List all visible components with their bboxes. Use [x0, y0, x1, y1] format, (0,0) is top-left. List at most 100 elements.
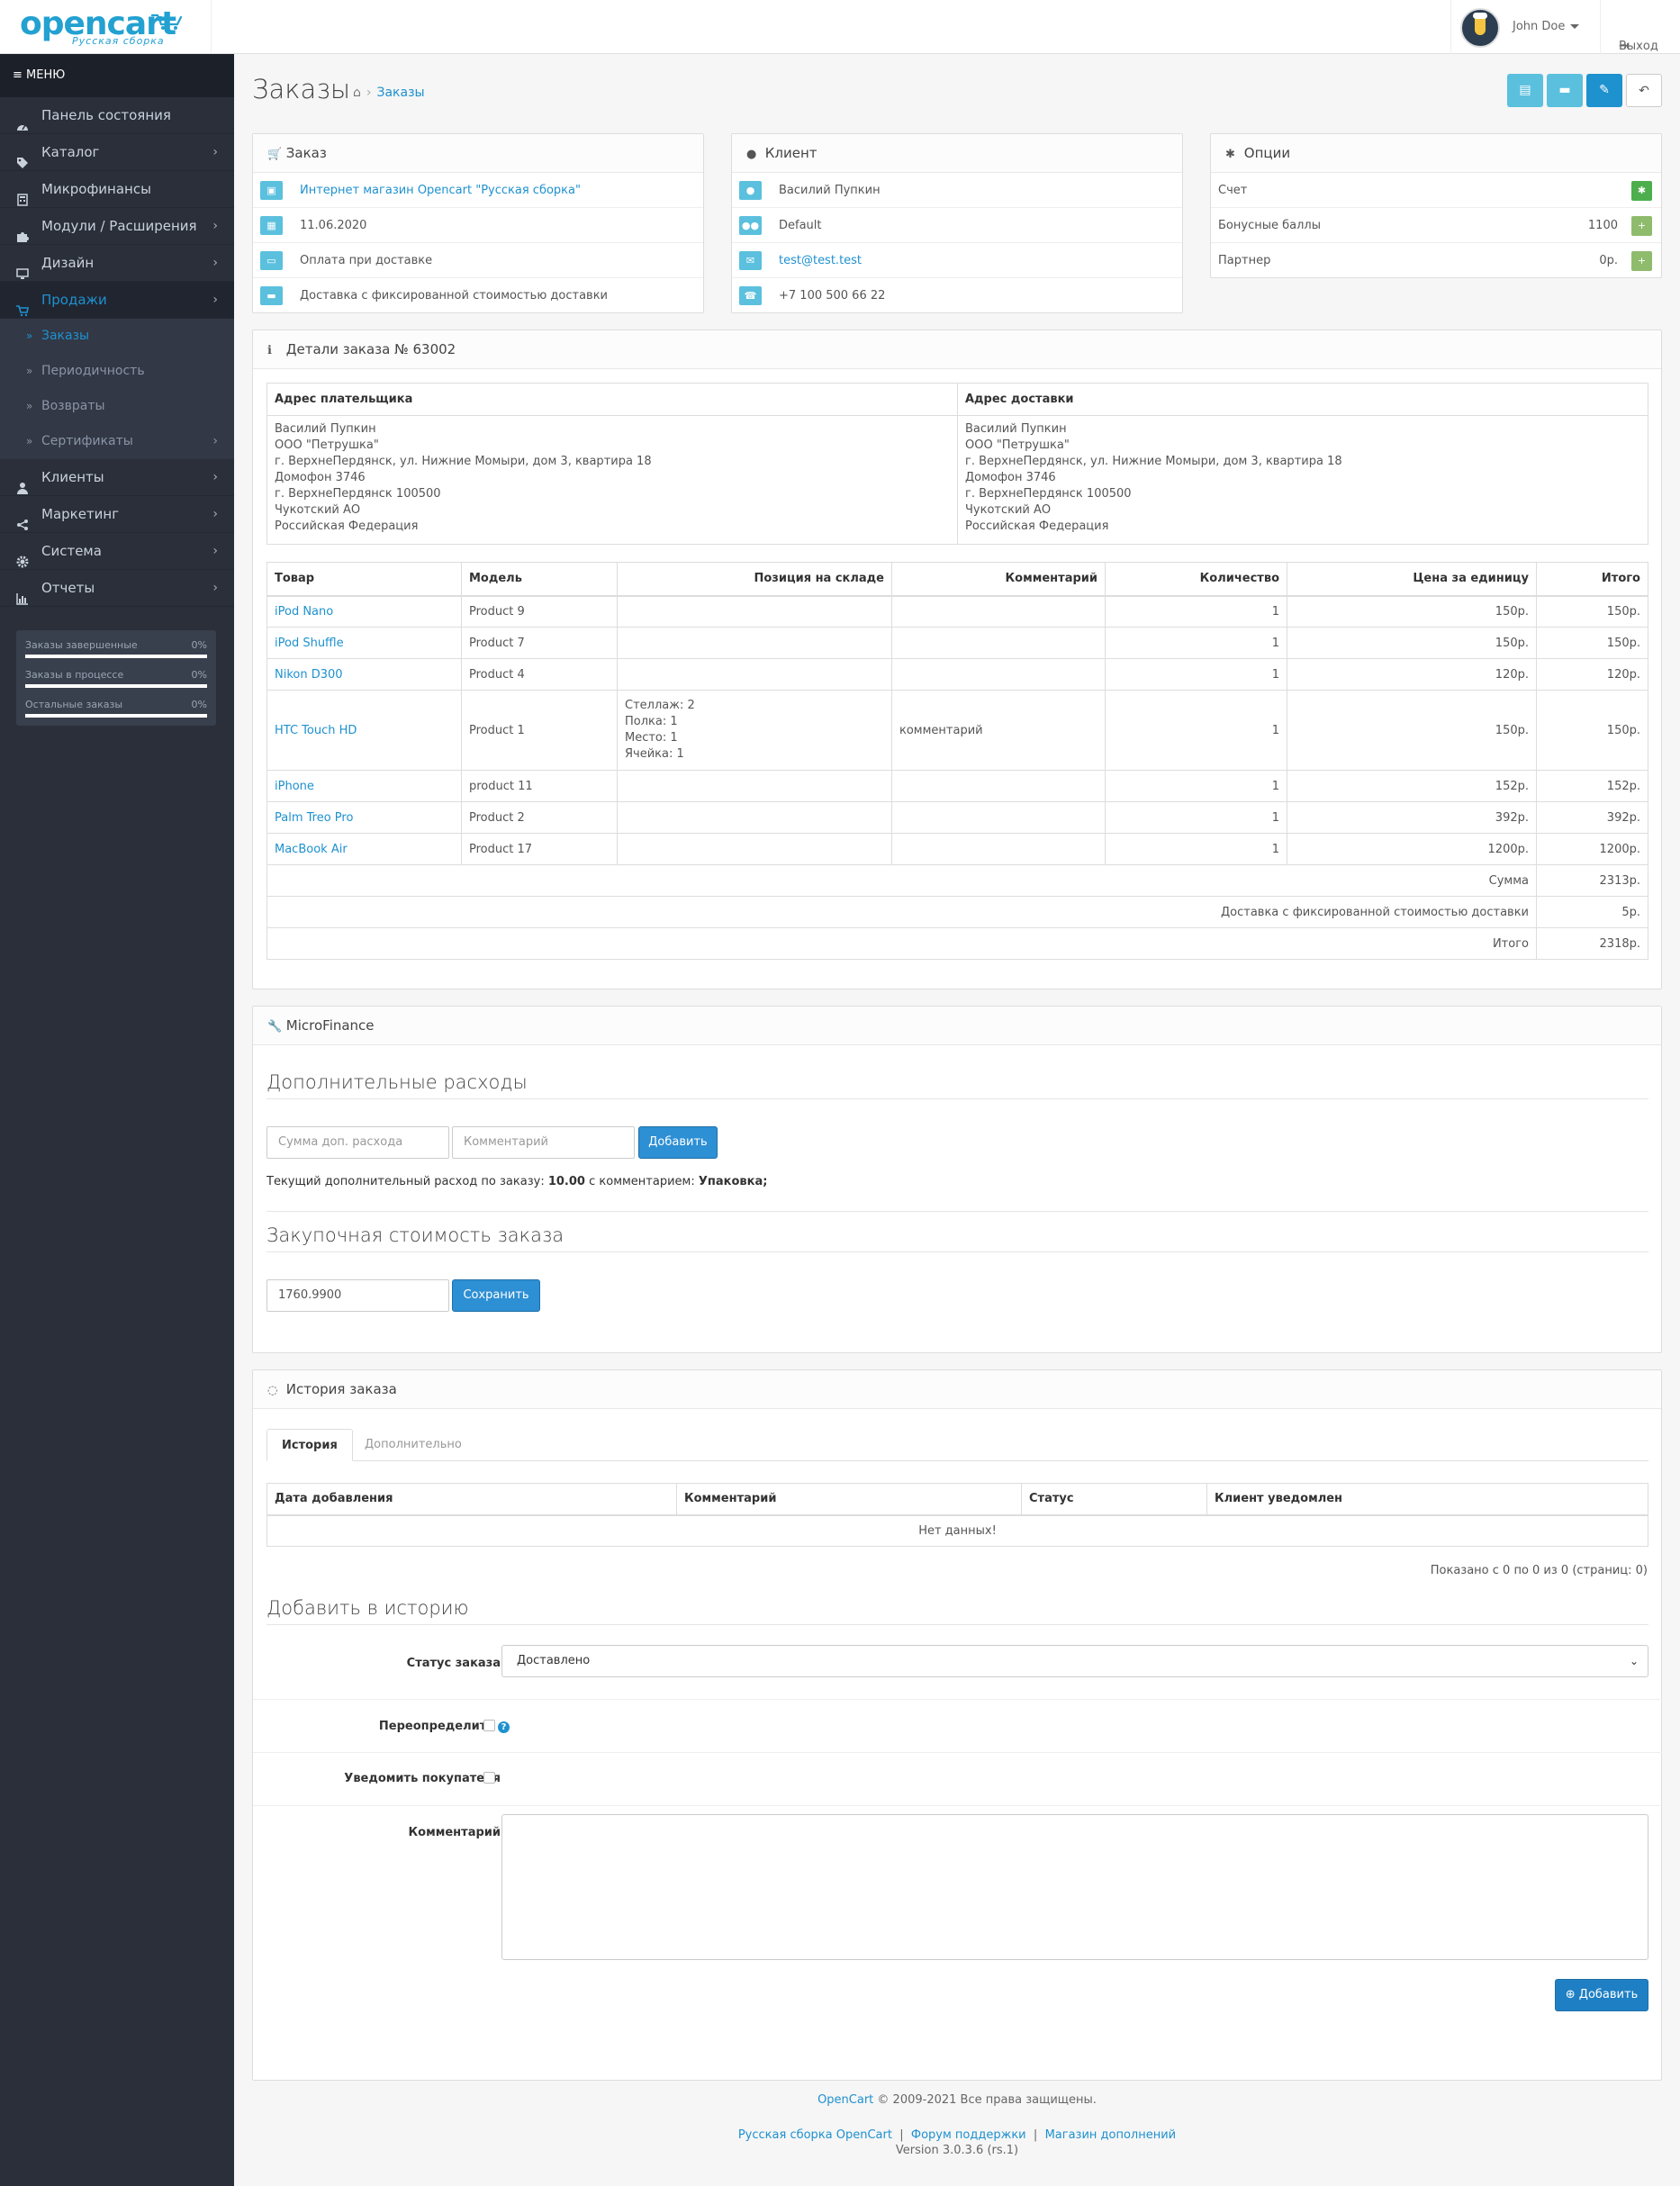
breadcrumb-orders[interactable]: Заказы	[377, 86, 425, 100]
nav-microfinance[interactable]: Микрофинансы	[0, 171, 234, 208]
info-circle-icon: ℹ	[267, 344, 272, 357]
user-icon: ●	[746, 148, 757, 161]
footer-brand-link[interactable]: OpenCart	[817, 2093, 873, 2107]
col-quantity: Количество	[1105, 562, 1287, 596]
customer-email[interactable]: test@test.test	[779, 254, 862, 267]
product-quantity: 1	[1105, 595, 1287, 628]
product-model: Product 4	[461, 658, 618, 691]
panel-title: Заказ	[285, 145, 327, 161]
col-comment: Комментарий	[891, 562, 1106, 596]
affiliate-row: Партнер 0р. +	[1211, 243, 1661, 278]
opencart-logo[interactable]: opencart Русская сборка	[0, 0, 212, 54]
plus-circle-icon: +	[1637, 220, 1647, 231]
generate-invoice-button[interactable]: ✱	[1631, 181, 1652, 201]
product-price: 152р.	[1287, 770, 1537, 802]
total-value: 2313р.	[1536, 864, 1648, 897]
phone-icon: ☎	[739, 286, 762, 305]
date-row: ▦ 11.06.2020	[253, 208, 703, 243]
total-row: Доставка с фиксированной стоимостью дост…	[266, 896, 1648, 928]
menu-toggle[interactable]: ≡ МЕНЮ	[0, 54, 234, 97]
question-circle-icon[interactable]: ?	[498, 1721, 510, 1733]
customer-phone: +7 100 500 66 22	[779, 289, 886, 303]
table-row: iPod Shuffle Product 7 1 150р. 150р.	[266, 627, 1648, 659]
sub-label: Периодичность	[41, 364, 145, 378]
sub-vouchers[interactable]: » Сертификаты ›	[0, 424, 234, 459]
print-invoice-button[interactable]: ▤	[1507, 74, 1543, 107]
sub-recurring[interactable]: » Периодичность	[0, 354, 234, 389]
extra-comment-input[interactable]: Комментарий	[452, 1126, 635, 1159]
address-line: г. ВерхнеПердянск, ул. Нижние Момыри, до…	[965, 455, 1342, 468]
product-quantity: 1	[1105, 770, 1287, 802]
caret-down-icon	[1570, 24, 1579, 29]
panel-title: Детали заказа № 63002	[285, 341, 456, 357]
add-commission-button[interactable]: +	[1631, 251, 1652, 271]
product-link[interactable]: MacBook Air	[275, 843, 348, 856]
page-title: Заказы	[252, 74, 351, 104]
progress-value: 0%	[191, 639, 207, 651]
add-extra-cost-button[interactable]: Добавить	[638, 1126, 718, 1159]
comment-textarea[interactable]	[501, 1814, 1648, 1960]
user-dropdown[interactable]: John Doe	[1450, 0, 1599, 54]
product-price: 1200р.	[1287, 833, 1537, 865]
plus-circle-icon: +	[1637, 255, 1647, 266]
total-value: 2318р.	[1536, 927, 1648, 960]
total-value: 5р.	[1536, 896, 1648, 928]
extra-amount-input[interactable]: Сумма доп. расхода	[266, 1126, 449, 1159]
nav-catalog[interactable]: Каталог ›	[0, 134, 234, 171]
sub-label: Возвраты	[41, 399, 105, 413]
store-link[interactable]: Интернет магазин Opencart "Русская сборк…	[300, 184, 581, 197]
save-purchase-cost-button[interactable]: Сохранить	[452, 1279, 540, 1312]
product-link[interactable]: HTC Touch HD	[275, 724, 357, 737]
table-row: iPhone product 11 1 152р. 152р.	[266, 770, 1648, 802]
nav-design[interactable]: Дизайн ›	[0, 245, 234, 282]
footer-link-market[interactable]: Магазин дополнений	[1045, 2128, 1177, 2142]
product-link[interactable]: Nikon D300	[275, 668, 343, 682]
status-label: Статус заказа	[406, 1657, 501, 1670]
user-icon	[16, 472, 29, 494]
nav-label: Модули / Расширения	[41, 218, 197, 234]
sub-returns[interactable]: » Возвраты	[0, 389, 234, 424]
add-history-button[interactable]: ⊕ Добавить	[1555, 1979, 1648, 2011]
sub-orders[interactable]: » Заказы	[0, 319, 234, 354]
override-checkbox[interactable]	[483, 1720, 495, 1731]
payment-address-header: Адрес плательщика	[266, 383, 958, 416]
footer-link-forum[interactable]: Форум поддержки	[911, 2128, 1026, 2142]
nav-sales[interactable]: Продажи ›	[0, 282, 234, 319]
edit-order-button[interactable]: ✎	[1586, 74, 1622, 107]
nav-system[interactable]: Система ›	[0, 533, 234, 570]
nav-modules[interactable]: Модули / Расширения ›	[0, 208, 234, 245]
footer: OpenCart © 2009-2021 Все права защищены.…	[234, 2093, 1680, 2157]
back-button[interactable]: ↶	[1626, 74, 1662, 107]
product-link[interactable]: Palm Treo Pro	[275, 811, 353, 825]
phone-row: ☎ +7 100 500 66 22	[732, 278, 1182, 313]
home-icon[interactable]: ⌂	[353, 86, 361, 100]
products-table: Товар Модель Позиция на складе Комментар…	[266, 562, 1648, 960]
nav-label: Микрофинансы	[41, 181, 151, 197]
logout-link[interactable]: ⇥ Выход	[1600, 0, 1680, 54]
panel-title: Клиент	[764, 145, 817, 161]
nav-reports[interactable]: Отчеты ›	[0, 570, 234, 607]
payment-row: ▭ Оплата при доставке	[253, 243, 703, 278]
nav-label: Клиенты	[41, 469, 104, 485]
product-link[interactable]: iPod Shuffle	[275, 637, 344, 650]
tab-history[interactable]: История	[266, 1429, 353, 1461]
product-link[interactable]: iPod Nano	[275, 605, 333, 619]
product-link[interactable]: iPhone	[275, 780, 314, 793]
product-price: 120р.	[1287, 658, 1537, 691]
email-row: ✉ test@test.test	[732, 243, 1182, 278]
nav-dashboard[interactable]: Панель состояния	[0, 97, 234, 134]
print-shipping-button[interactable]: ▬	[1547, 74, 1583, 107]
product-price: 392р.	[1287, 801, 1537, 834]
nav-customers[interactable]: Клиенты ›	[0, 459, 234, 496]
notify-checkbox[interactable]	[483, 1772, 495, 1784]
cog-icon: ✱	[1637, 185, 1647, 196]
order-status-select[interactable]: Доставлено ⌄	[501, 1645, 1648, 1677]
stock-line: Ячейка: 1	[625, 747, 684, 761]
add-reward-button[interactable]: +	[1631, 216, 1652, 236]
purchase-cost-input[interactable]: 1760.9900	[266, 1279, 449, 1312]
tab-additional[interactable]: Дополнительно	[350, 1429, 476, 1461]
nav-marketing[interactable]: Маркетинг ›	[0, 496, 234, 533]
footer-link-ru[interactable]: Русская сборка OpenCart	[738, 2128, 892, 2142]
wrench-icon: 🔧	[267, 1020, 283, 1034]
credit-card-icon: ▭	[260, 251, 283, 270]
